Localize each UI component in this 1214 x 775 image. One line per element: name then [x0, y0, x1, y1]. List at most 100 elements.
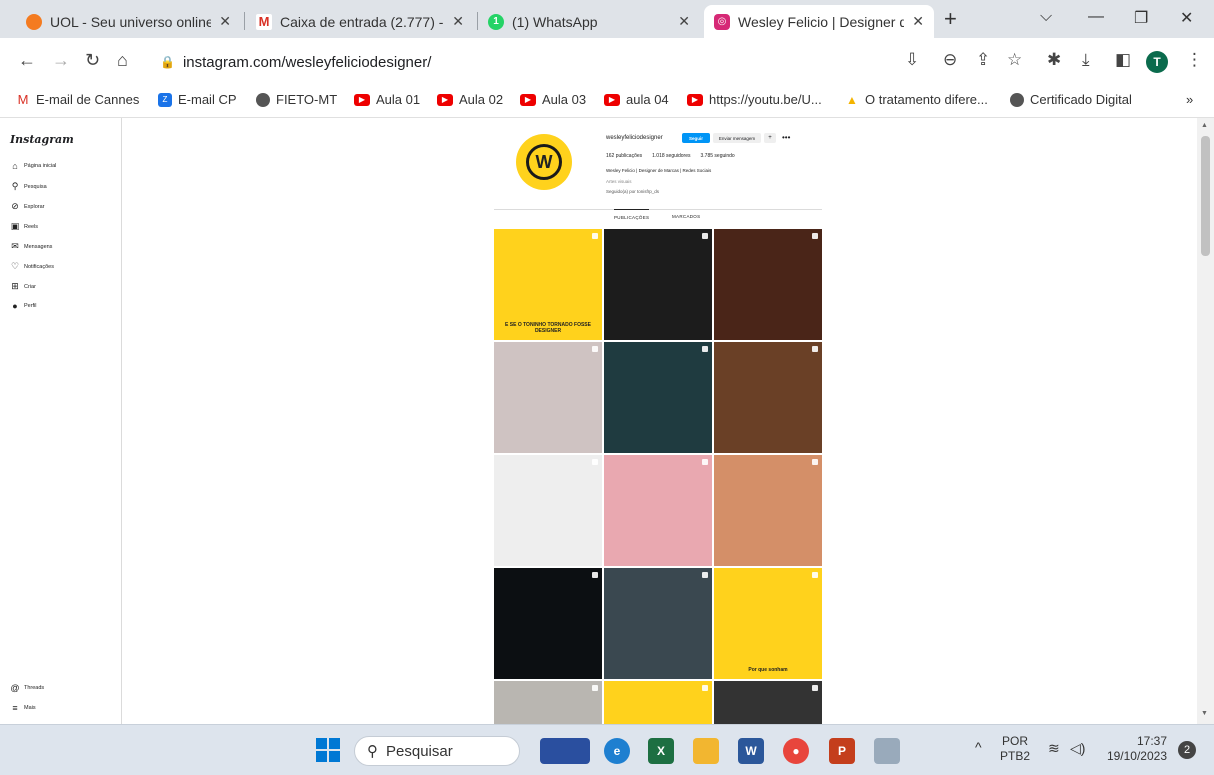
- zoom-icon[interactable]: ⊖: [943, 50, 957, 70]
- page-scrollbar[interactable]: ▲ ▼: [1197, 118, 1214, 724]
- followed-by[interactable]: Seguido(a) por tonisfrp_ds: [606, 189, 659, 194]
- profile-picture[interactable]: W: [516, 134, 572, 190]
- notification-badge[interactable]: 2: [1178, 741, 1196, 759]
- post-thumbnail[interactable]: [604, 568, 712, 679]
- tab-search-icon[interactable]: ⌵: [1040, 8, 1052, 26]
- post-thumbnail[interactable]: [604, 681, 712, 724]
- suggest-user-icon[interactable]: +: [764, 133, 776, 143]
- bookmark-label: O tratamento difere...: [865, 92, 988, 107]
- share-icon[interactable]: ⇪: [976, 50, 990, 70]
- close-icon[interactable]: ✕: [678, 13, 690, 30]
- restore-button[interactable]: ❐: [1134, 8, 1148, 28]
- tab-gmail[interactable]: M Caixa de entrada (2.777) - tr ✕: [246, 5, 474, 38]
- volume-icon[interactable]: ◁): [1070, 741, 1085, 756]
- word-icon[interactable]: W: [738, 738, 764, 764]
- post-thumbnail[interactable]: [494, 681, 602, 724]
- install-app-icon[interactable]: ⇩: [905, 50, 919, 70]
- post-thumbnail[interactable]: [494, 568, 602, 679]
- close-window-button[interactable]: ✕: [1180, 8, 1193, 28]
- bookmark-email-cp[interactable]: Z E-mail CP: [158, 92, 237, 107]
- url-text: instagram.com/wesleyfeliciodesigner/: [182, 53, 432, 71]
- excel-icon[interactable]: X: [648, 738, 674, 764]
- close-icon[interactable]: ✕: [452, 13, 464, 30]
- carousel-icon: [592, 233, 598, 239]
- tab-whatsapp[interactable]: 1 (1) WhatsApp ✕: [478, 5, 700, 38]
- sidebar-item-0[interactable]: ⌂ Página inicial: [10, 161, 56, 171]
- instagram-logo[interactable]: Instagram: [10, 133, 74, 146]
- message-button[interactable]: Enviar mensagem: [713, 133, 761, 143]
- wifi-icon[interactable]: ≋: [1048, 741, 1060, 756]
- close-icon[interactable]: ✕: [912, 13, 924, 30]
- close-icon[interactable]: ✕: [219, 13, 231, 30]
- post-thumbnail[interactable]: [714, 342, 822, 453]
- bookmark-aula01[interactable]: ▶ Aula 01: [354, 92, 420, 107]
- following-count[interactable]: 3.785 seguindo: [701, 153, 735, 159]
- bookmark-youtube-link[interactable]: ▶ https://youtu.be/U...: [687, 92, 822, 107]
- file-explorer-icon[interactable]: [693, 738, 719, 764]
- bookmark-aula02[interactable]: ▶ Aula 02: [437, 92, 503, 107]
- new-tab-button[interactable]: +: [944, 6, 957, 32]
- back-icon[interactable]: ←: [18, 50, 36, 71]
- followers-count[interactable]: 1.018 seguidores: [652, 153, 690, 159]
- bookmark-certificado[interactable]: Certificado Digital: [1010, 92, 1132, 107]
- clock[interactable]: 17:37 19/10/2023: [1105, 734, 1167, 764]
- language-indicator[interactable]: POR PTB2: [1000, 734, 1030, 764]
- post-thumbnail[interactable]: E SE O TONINHO TORNADO FOSSE DESIGNER: [494, 229, 602, 340]
- windows-start-icon[interactable]: [316, 738, 340, 762]
- post-thumbnail[interactable]: [714, 455, 822, 566]
- powerpoint-icon[interactable]: P: [829, 738, 855, 764]
- reload-icon[interactable]: ↻: [85, 50, 100, 71]
- tab-publicacoes[interactable]: PUBLICAÇÕES: [614, 209, 650, 220]
- tab-marcados[interactable]: MARCADOS: [672, 214, 700, 219]
- bookmark-aula04[interactable]: ▶ aula 04: [604, 92, 669, 107]
- home-icon[interactable]: ⌂: [117, 50, 128, 71]
- tab-title: (1) WhatsApp: [512, 13, 598, 30]
- sidebar-item-4[interactable]: ✉ Mensagens: [10, 241, 52, 252]
- follow-button[interactable]: Seguir: [682, 133, 710, 143]
- sidebar-item-7[interactable]: ● Perfil: [10, 301, 36, 311]
- menu-icon[interactable]: ⋮: [1186, 50, 1203, 70]
- carousel-icon: [812, 572, 818, 578]
- side-panel-icon[interactable]: ◧: [1115, 50, 1131, 70]
- scroll-down-icon[interactable]: ▼: [1201, 710, 1208, 717]
- post-thumbnail[interactable]: [604, 455, 712, 566]
- bookmark-email-cannes[interactable]: M E-mail de Cannes: [16, 92, 140, 107]
- sidebar-item-5[interactable]: ♡ Notificações: [10, 261, 54, 272]
- taskbar-search[interactable]: ⚲ Pesquisar: [354, 736, 520, 766]
- sidebar-item-3[interactable]: ▣ Reels: [10, 221, 38, 232]
- post-thumbnail[interactable]: [494, 455, 602, 566]
- bookmark-fieto[interactable]: FIETO-MT: [256, 92, 337, 107]
- sidebar-item-6[interactable]: ⊞ Criar: [10, 281, 36, 292]
- scroll-up-icon[interactable]: ▲: [1201, 122, 1208, 129]
- scrollbar-thumb[interactable]: [1201, 136, 1210, 256]
- more-options-icon[interactable]: •••: [782, 133, 790, 142]
- post-thumbnail[interactable]: [604, 342, 712, 453]
- bookmark-aula03[interactable]: ▶ Aula 03: [520, 92, 586, 107]
- sidebar-bottom-item-0[interactable]: @ Threads: [10, 683, 44, 693]
- post-thumbnail[interactable]: [714, 229, 822, 340]
- search-highlight-icon[interactable]: [540, 738, 590, 764]
- post-thumbnail[interactable]: Por que sonham: [714, 568, 822, 679]
- minimize-button[interactable]: —: [1088, 8, 1104, 26]
- profile-avatar[interactable]: T: [1146, 51, 1168, 73]
- post-thumbnail[interactable]: [714, 681, 822, 724]
- sidebar-item-1[interactable]: ⚲ Pesquisa: [10, 181, 47, 192]
- post-thumbnail[interactable]: [494, 342, 602, 453]
- notepad-icon[interactable]: [874, 738, 900, 764]
- forward-icon[interactable]: →: [52, 50, 70, 71]
- bookmark-tratamento[interactable]: ▲ O tratamento difere...: [845, 92, 988, 107]
- chevron-up-icon[interactable]: ^: [975, 740, 982, 755]
- extensions-icon[interactable]: ✱: [1047, 50, 1061, 70]
- edge-icon[interactable]: e: [604, 738, 630, 764]
- download-icon[interactable]: ⤓: [1082, 50, 1090, 70]
- chrome-icon[interactable]: ●: [783, 738, 809, 764]
- bookmarks-overflow-button[interactable]: »: [1186, 92, 1193, 107]
- tab-instagram[interactable]: ◎ Wesley Felicio | Designer de ✕: [704, 5, 934, 38]
- sidebar-item-2[interactable]: ⊘ Explorar: [10, 201, 44, 212]
- post-thumbnail[interactable]: [604, 229, 712, 340]
- carousel-icon: [592, 572, 598, 578]
- sidebar-bottom-item-1[interactable]: ≡ Mais: [10, 703, 35, 713]
- bookmark-star-icon[interactable]: ☆: [1007, 50, 1022, 70]
- tab-uol[interactable]: UOL - Seu universo online ✕: [16, 5, 241, 38]
- address-bar[interactable]: 🔒 instagram.com/wesleyfeliciodesigner/: [150, 44, 1020, 80]
